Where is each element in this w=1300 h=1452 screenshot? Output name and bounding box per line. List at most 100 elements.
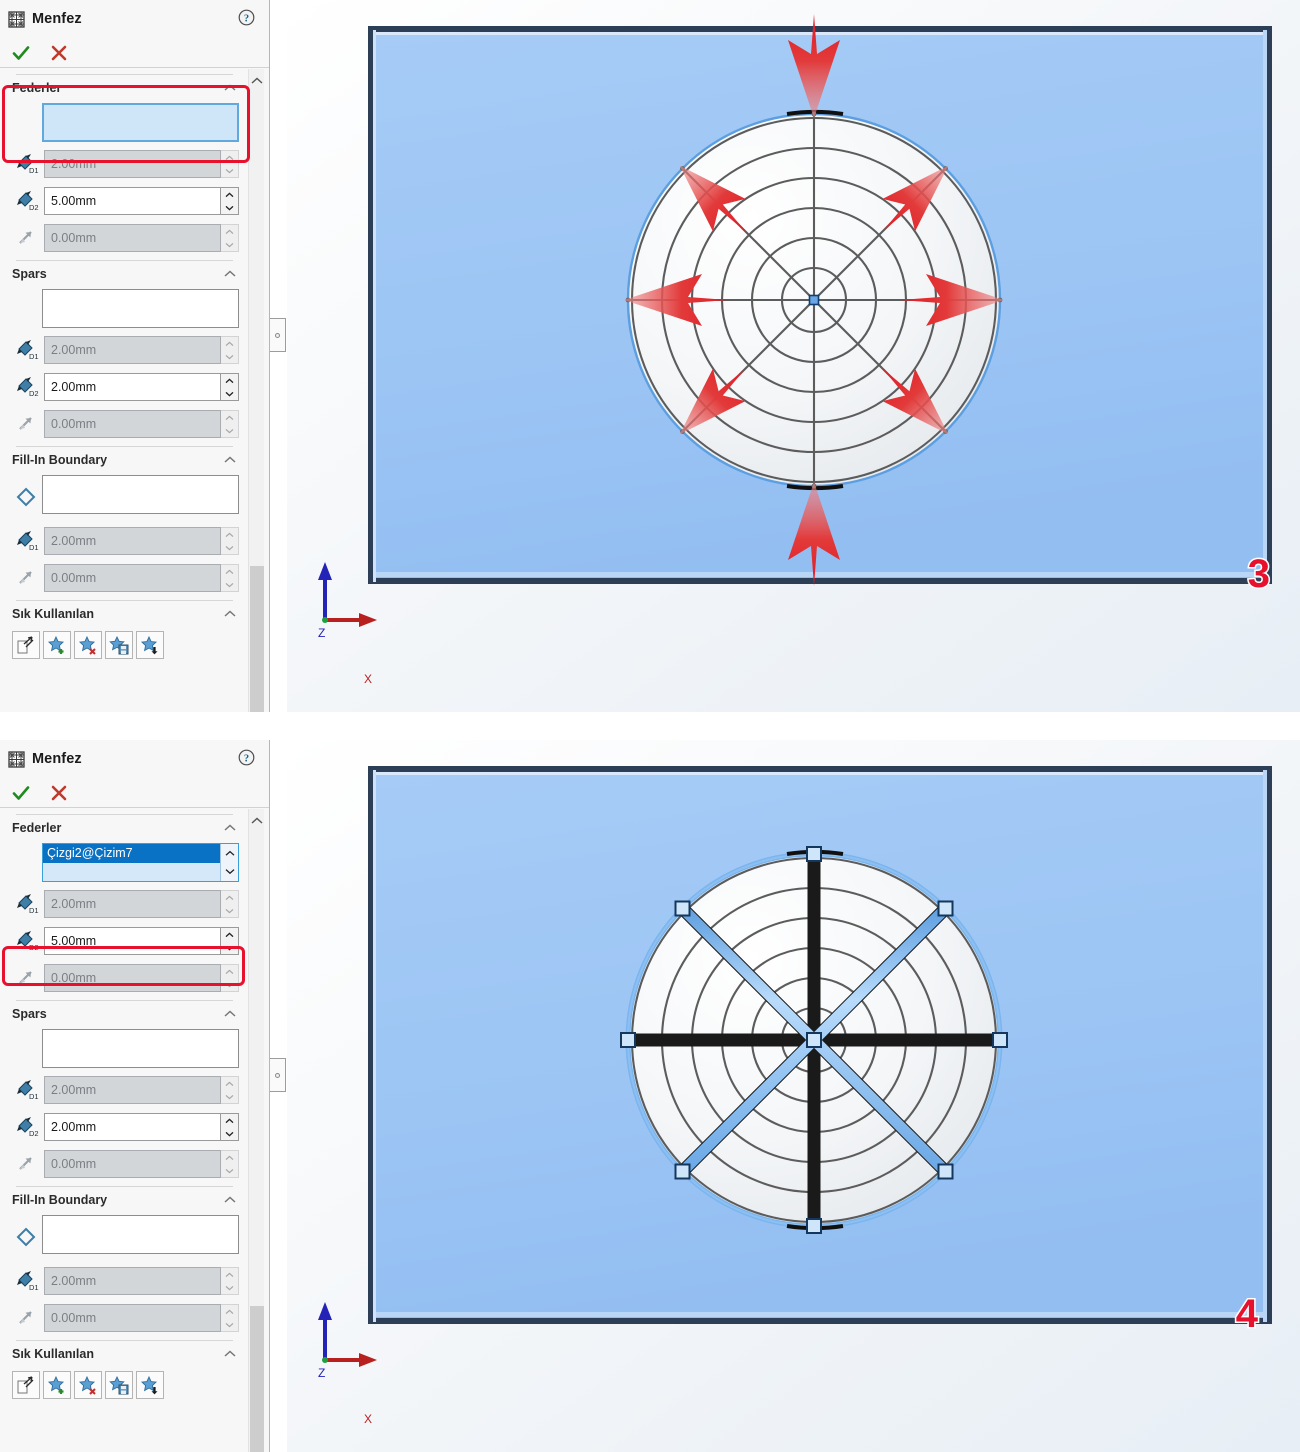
fillin-d1-input: 2.00mm <box>44 1267 221 1295</box>
federler-d2-row: D2 5.00mm <box>10 925 239 957</box>
fillin-d1-row: D1 2.00mm <box>10 525 239 557</box>
section-header-federler[interactable]: Federler <box>10 75 239 101</box>
fill-in-boundary-selection-box[interactable] <box>42 475 239 514</box>
section-title: Federler <box>12 821 62 835</box>
svg-text:D1: D1 <box>29 906 39 915</box>
chevron-up-icon[interactable] <box>223 1009 237 1019</box>
spars-offset-input: 0.00mm <box>44 410 221 438</box>
triad-x-label: X <box>364 672 373 686</box>
fillin-offset-input: 0.00mm <box>44 564 221 592</box>
chevron-up-icon[interactable] <box>223 1349 237 1359</box>
rib-center-handle <box>806 1032 822 1048</box>
save-favorite-button[interactable] <box>105 1371 133 1399</box>
fill-in-boundary-select-row <box>10 1213 239 1260</box>
spars-offset-stepper <box>221 1150 239 1178</box>
spars-d2-input[interactable]: 2.00mm <box>44 373 221 401</box>
list-item[interactable]: Çizgi2@Çizim7 <box>43 844 238 863</box>
spars-offset-stepper <box>221 410 239 438</box>
chevron-up-icon[interactable] <box>223 823 237 833</box>
delete-favorite-button[interactable] <box>74 631 102 659</box>
svg-text:D1: D1 <box>29 166 39 175</box>
federler-d1-row: D1 2.00mm <box>10 888 239 920</box>
section-header-favorites[interactable]: Sık Kullanılan <box>10 1341 239 1367</box>
capture-step-3: Menfez ? Federler D1 2.00mm D2 5.00mm 0.… <box>0 0 1300 712</box>
cancel-button[interactable] <box>48 782 70 804</box>
panel-scrollbar[interactable] <box>248 809 264 1452</box>
offset-arrow-icon <box>14 225 42 251</box>
federler-d2-input[interactable]: 5.00mm <box>44 187 221 215</box>
spars-d2-row: D2 2.00mm <box>10 1111 239 1143</box>
load-favorite-button[interactable] <box>136 631 164 659</box>
chevron-up-icon[interactable] <box>223 269 237 279</box>
section-header-federler[interactable]: Federler <box>10 815 239 841</box>
d2-depth-icon: D2 <box>14 1114 42 1140</box>
load-favorite-button[interactable] <box>136 1371 164 1399</box>
scrollbar-thumb[interactable] <box>250 1306 264 1452</box>
vent-grid-icon <box>8 750 25 768</box>
d1-thickness-icon: D1 <box>14 891 42 917</box>
graphics-viewport-bottom[interactable]: Z X 4 <box>287 740 1300 1452</box>
spars-selection-box[interactable] <box>42 1029 239 1068</box>
scrollbar-thumb[interactable] <box>250 566 264 712</box>
svg-text:?: ? <box>244 754 249 765</box>
splitter-dot-icon <box>275 332 280 338</box>
triad-z-label: Z <box>318 1366 326 1380</box>
section-favorites: Sık Kullanılan <box>0 1340 249 1399</box>
ok-button[interactable] <box>10 42 32 64</box>
graphics-viewport-top[interactable]: Z X 3 <box>287 0 1300 712</box>
help-icon[interactable]: ? <box>238 749 255 766</box>
scroll-up-button[interactable] <box>249 813 265 829</box>
spars-d1-row: D1 2.00mm <box>10 1074 239 1106</box>
panel-splitter-handle-bottom[interactable] <box>270 1058 286 1092</box>
spars-offset-row: 0.00mm <box>10 408 239 440</box>
federler-offset-input: 0.00mm <box>44 224 221 252</box>
fill-in-boundary-selection-box[interactable] <box>42 1215 239 1254</box>
federler-d2-stepper[interactable] <box>221 927 239 955</box>
spars-d2-input[interactable]: 2.00mm <box>44 1113 221 1141</box>
federler-d2-input[interactable]: 5.00mm <box>44 927 221 955</box>
apply-favorite-button[interactable] <box>12 631 40 659</box>
spars-d1-stepper <box>221 1076 239 1104</box>
section-title: Spars <box>12 267 47 281</box>
favorites-toolbar <box>10 1367 239 1399</box>
apply-favorite-button[interactable] <box>12 1371 40 1399</box>
chevron-up-icon[interactable] <box>223 609 237 619</box>
chevron-up-icon[interactable] <box>223 1195 237 1205</box>
svg-text:D1: D1 <box>29 543 39 552</box>
ok-button[interactable] <box>10 782 32 804</box>
cancel-button[interactable] <box>48 42 70 64</box>
panel-splitter-handle-top[interactable] <box>270 318 286 352</box>
federler-selection-list[interactable]: Çizgi2@Çizim7 <box>42 843 239 882</box>
section-header-fill-in-boundary[interactable]: Fill-In Boundary <box>10 447 239 473</box>
add-favorite-button[interactable] <box>43 631 71 659</box>
section-header-spars[interactable]: Spars <box>10 261 239 287</box>
panel-action-bar <box>0 38 269 68</box>
federler-selection-box[interactable] <box>42 103 239 142</box>
chevron-up-icon[interactable] <box>223 83 237 93</box>
property-manager-panel-bottom: Menfez ? Federler Çizgi2@Çizim7 D1 2.00m… <box>0 740 270 1452</box>
delete-favorite-button[interactable] <box>74 1371 102 1399</box>
spars-d2-stepper[interactable] <box>221 1113 239 1141</box>
section-header-favorites[interactable]: Sık Kullanılan <box>10 601 239 627</box>
model-view-step3 <box>318 14 1272 627</box>
sketch-origin-point <box>808 294 820 306</box>
federler-d2-stepper[interactable] <box>221 187 239 215</box>
fillin-d1-stepper <box>221 1267 239 1295</box>
chevron-up-icon[interactable] <box>223 455 237 465</box>
svg-text:D1: D1 <box>29 352 39 361</box>
add-favorite-button[interactable] <box>43 1371 71 1399</box>
capture-step-4: Menfez ? Federler Çizgi2@Çizim7 D1 2.00m… <box>0 740 1300 1452</box>
fillin-offset-row: 0.00mm <box>10 562 239 594</box>
federler-d1-row: D1 2.00mm <box>10 148 239 180</box>
save-favorite-button[interactable] <box>105 631 133 659</box>
spars-selection-box[interactable] <box>42 289 239 328</box>
federler-list-scroll[interactable] <box>220 844 238 881</box>
d1-thickness-icon: D1 <box>14 337 42 363</box>
help-icon[interactable]: ? <box>238 9 255 26</box>
scroll-up-button[interactable] <box>249 73 265 89</box>
section-header-fill-in-boundary[interactable]: Fill-In Boundary <box>10 1187 239 1213</box>
section-header-spars[interactable]: Spars <box>10 1001 239 1027</box>
panel-scrollbar[interactable] <box>248 69 264 712</box>
federler-offset-row: 0.00mm <box>10 222 239 254</box>
spars-d2-stepper[interactable] <box>221 373 239 401</box>
